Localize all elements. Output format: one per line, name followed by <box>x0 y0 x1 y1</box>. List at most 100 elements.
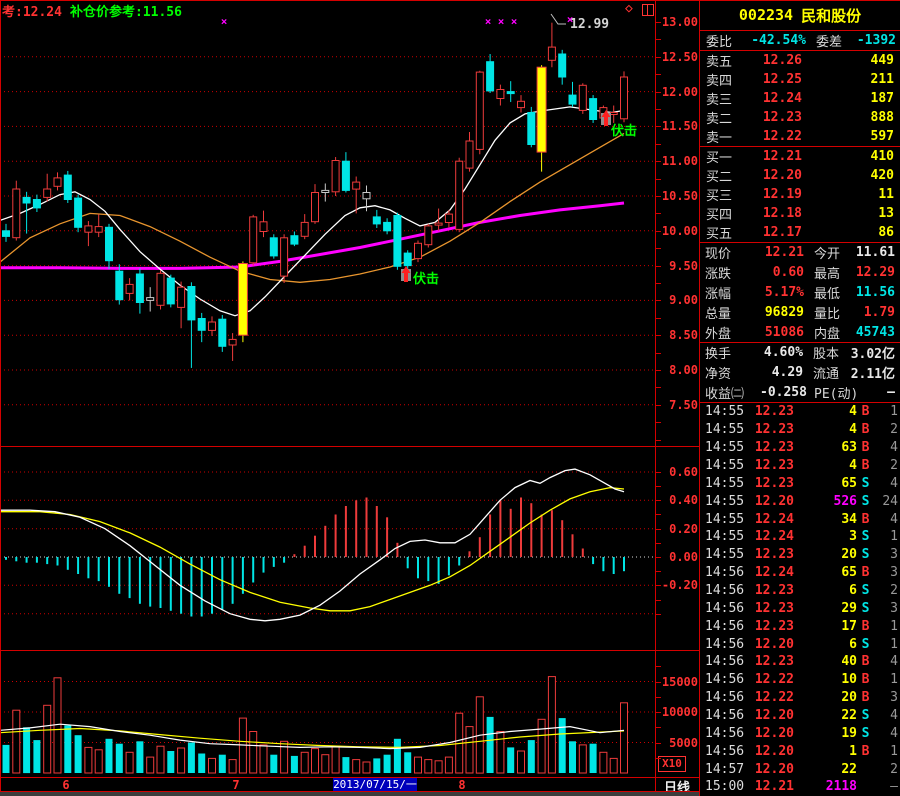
axis-tick <box>656 283 661 284</box>
fundamental-stats: 换手 4.60% 股本 3.02亿 净资 4.29 流通 2.11亿 收益㈡ -0.258 PE(动… <box>700 343 900 402</box>
bid-row[interactable]: 买四 12.18 13 <box>700 204 900 223</box>
cell: 40 <box>841 654 857 670</box>
cell: 526 <box>833 493 857 509</box>
cell: 14:57 <box>705 761 745 777</box>
cell: 14:56 <box>705 672 745 688</box>
bid-row[interactable]: 买一 12.21 410 <box>700 147 900 166</box>
tick-row: 14:55 12.23 4 B 2 <box>700 457 900 475</box>
price-axis-label: 11.50 <box>661 119 698 134</box>
cell: — <box>890 779 898 795</box>
cell: B <box>861 565 870 581</box>
cell: 3 <box>890 690 898 706</box>
cell: 3 <box>890 565 898 581</box>
bid-row[interactable]: 买五 12.17 86 <box>700 223 900 242</box>
cell: B <box>861 440 870 456</box>
axis-tick <box>656 743 661 744</box>
cell: 外盘 <box>705 326 732 342</box>
ask-row[interactable]: 卖五 12.26 449 <box>700 51 900 70</box>
cell: 14:56 <box>705 636 745 652</box>
axis-tick <box>656 697 661 698</box>
cell: B <box>861 672 870 688</box>
split-window-icon[interactable] <box>642 4 654 16</box>
price-axis-label: 12.00 <box>661 84 698 99</box>
tick-row: 14:55 12.23 4 B 2 <box>700 421 900 439</box>
cell: 3 <box>890 547 898 563</box>
price-axis-label: 10.50 <box>661 189 698 203</box>
cell: 4 <box>890 654 898 670</box>
cell: 最低 <box>814 286 841 302</box>
cell: 96829 <box>764 304 804 320</box>
macd-chart[interactable] <box>0 447 656 650</box>
cell: 14:56 <box>705 565 745 581</box>
weibi-label: 委比 <box>706 35 733 50</box>
price-axis-label: 10.00 <box>661 223 698 238</box>
bid-row[interactable]: 买二 12.20 420 <box>700 166 900 185</box>
divider <box>700 30 900 31</box>
cell: 卖二 <box>706 112 733 127</box>
cell: 11.56 <box>855 284 895 300</box>
cell: 5.17% <box>764 284 804 300</box>
cell: 12.24 <box>762 91 802 106</box>
cell: 14:56 <box>705 708 745 724</box>
cell: 买五 <box>706 227 733 242</box>
axis-tick <box>656 571 661 572</box>
axis-tick <box>656 614 661 615</box>
cell: 3 <box>890 600 898 616</box>
axis-tick <box>656 727 661 728</box>
cell: 内盘 <box>814 326 841 342</box>
ask-row[interactable]: 卖二 12.23 888 <box>700 108 900 127</box>
tick-trade-list[interactable]: 14:55 12.23 4 B 1 14:55 12.23 4 B 2 14:55 12.23 63 B 4… <box>700 403 900 796</box>
axis-tick <box>656 387 661 388</box>
window-bottom-edge <box>0 792 700 796</box>
cell: — <box>887 384 895 400</box>
cell: 14:55 <box>705 475 745 491</box>
cell: 4.29 <box>771 365 804 380</box>
cell: S <box>861 708 870 724</box>
ask-levels: 卖五 12.26 449 卖四 12.25 211 卖三 12.24 187 卖二 12.23 888… <box>700 51 900 146</box>
cell: S <box>861 636 870 652</box>
cell: 14:55 <box>705 458 745 473</box>
tick-row: 14:56 12.20 6 S 1 <box>700 635 900 653</box>
diamond-icon[interactable]: ◇ <box>625 2 633 15</box>
ask-row[interactable]: 卖三 12.24 187 <box>700 89 900 108</box>
month-axis-label: 8 <box>458 778 466 792</box>
cell: 17 <box>841 618 857 634</box>
cell: 888 <box>870 110 894 125</box>
svg-text:×: × <box>485 15 492 28</box>
cell: 1 <box>849 743 857 759</box>
volume-chart[interactable] <box>0 650 656 777</box>
axis-tick <box>656 758 661 759</box>
cell: 65 <box>841 475 857 491</box>
ask-row[interactable]: 卖四 12.25 211 <box>700 70 900 89</box>
cell: 4 <box>849 404 857 420</box>
cell: 14:56 <box>705 600 745 616</box>
bid-row[interactable]: 买三 12.19 11 <box>700 185 900 204</box>
tick-row: 15:00 12.21 2118 — <box>700 778 900 796</box>
axis-tick <box>656 318 661 319</box>
tick-row: 14:56 12.20 19 S 4 <box>700 724 900 742</box>
cell: B <box>861 743 870 759</box>
tick-row: 14:55 12.24 34 B 4 <box>700 510 900 528</box>
cell: 4 <box>890 475 898 491</box>
cell: S <box>861 583 870 599</box>
stock-title: 002234 民和股份 <box>700 0 900 30</box>
ask-row[interactable]: 卖一 12.22 597 <box>700 127 900 146</box>
chart-area[interactable]: × × × × × 考:12.24 补仓价参考:11.56 ◇ 12.99 伏击 伏击 <box>0 0 656 792</box>
price-axis-label: 13.00 <box>661 15 698 29</box>
cell: 12.23 <box>754 547 794 563</box>
cell: 3 <box>849 529 857 545</box>
stock-code: 002234 <box>738 6 794 24</box>
cell: 12.24 <box>754 529 794 545</box>
axis-border <box>0 777 700 778</box>
tick-row: 14:56 12.20 22 S 4 <box>700 707 900 725</box>
info-row: 总量 96829 量比 1.79 <box>700 302 900 322</box>
cell: -0.258 <box>760 384 807 400</box>
macd-axis-label: 0.00 <box>669 550 698 564</box>
candlestick-chart[interactable]: × × × × × <box>0 0 656 446</box>
cell: 14:55 <box>705 493 745 509</box>
axis-border <box>0 791 700 792</box>
cell: 63 <box>841 440 857 456</box>
cell: 12.26 <box>762 53 802 68</box>
cell: 12.18 <box>762 206 802 221</box>
price-axis: X10 日线 13.00 12.50 12.00 11.50 11.00 10.50 10.… <box>656 0 700 796</box>
